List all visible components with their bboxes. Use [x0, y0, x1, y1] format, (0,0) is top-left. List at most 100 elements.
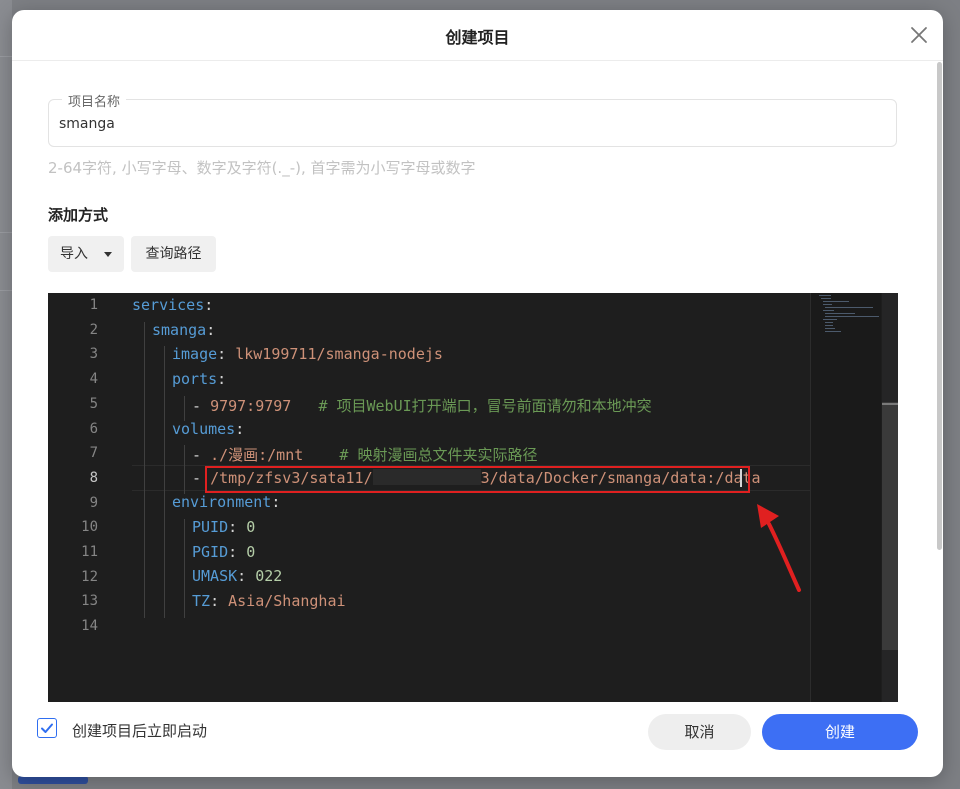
minimap-line [823, 304, 832, 305]
yaml-punct: : [235, 420, 245, 438]
code-line-13: TZ: Asia/Shanghai [192, 592, 346, 610]
minimap-line [823, 310, 834, 311]
line-number: 4 [89, 371, 98, 387]
import-dropdown-button[interactable]: 导入 [48, 236, 124, 272]
editor-scroll-marker [882, 403, 898, 405]
minimap-line [821, 298, 831, 299]
line-number: 12 [81, 569, 98, 585]
minimap-line [825, 325, 833, 326]
minimap-line [825, 322, 833, 323]
project-name-field[interactable]: smanga [48, 99, 897, 147]
close-icon [911, 27, 927, 43]
background-divider [0, 56, 12, 57]
yaml-gap [303, 446, 339, 464]
yaml-punct: : [228, 543, 247, 561]
compose-code-editor[interactable]: 1 2 3 4 5 6 7 8 9 10 11 12 13 14 service… [48, 293, 898, 702]
yaml-value: 9797:9797 [210, 397, 292, 415]
autostart-label: 创建项目后立即启动 [72, 722, 208, 740]
code-line-7: - ./漫画:/mnt # 映射漫画总文件夹实际路径 [192, 444, 537, 465]
minimap-line [825, 331, 841, 332]
close-button[interactable] [907, 23, 931, 47]
code-line-9: environment: [172, 493, 280, 511]
line-number: 9 [89, 495, 98, 511]
yaml-punct: : [217, 345, 236, 363]
code-line-4: ports: [172, 370, 226, 388]
line-number: 13 [81, 593, 98, 609]
yaml-key: environment [172, 493, 272, 511]
yaml-key: services [132, 296, 205, 314]
yaml-punct: : [210, 592, 229, 610]
yaml-punct: : [271, 493, 281, 511]
project-name-hint: 2-64字符, 小写字母、数字及字符(._-), 首字需为小写字母或数字 [48, 159, 476, 177]
create-button[interactable]: 创建 [762, 714, 918, 750]
editor-minimap[interactable] [810, 293, 881, 702]
yaml-key: ports [172, 370, 218, 388]
minimap-line [819, 295, 831, 296]
line-number: 11 [81, 544, 98, 560]
project-name-input[interactable]: smanga [59, 116, 115, 132]
yaml-comment: # 项目WebUI打开端口，冒号前面请勿和本地冲突 [318, 397, 652, 415]
line-number: 1 [89, 297, 98, 313]
cancel-button[interactable]: 取消 [648, 714, 751, 750]
minimap-line [825, 313, 855, 314]
editor-scroll-thumb[interactable] [882, 402, 898, 650]
caret-down-icon [104, 252, 112, 257]
code-line-2: smanga: [152, 321, 215, 339]
line-number: 7 [89, 445, 98, 461]
minimap-line [825, 307, 873, 308]
yaml-value: 0 [246, 543, 256, 561]
minimap-line [825, 316, 879, 317]
create-project-dialog: 创建项目 smanga 项目名称 2-64字符, 小写字母、数字及字符(._-)… [12, 10, 943, 777]
dialog-header: 创建项目 [12, 10, 943, 61]
add-method-label: 添加方式 [48, 206, 109, 224]
minimap-line [823, 319, 837, 320]
text-cursor [740, 469, 742, 487]
line-number: 5 [89, 396, 98, 412]
line-number: 14 [81, 618, 98, 634]
yaml-dash: - [192, 446, 211, 464]
import-label: 导入 [60, 246, 88, 262]
yaml-dash: - [192, 397, 211, 415]
yaml-value: ./漫画:/mnt [210, 446, 304, 464]
yaml-value: 0 [246, 518, 256, 536]
dialog-title: 创建项目 [445, 28, 510, 47]
yaml-key: TZ [192, 592, 211, 610]
yaml-comment: # 映射漫画总文件夹实际路径 [339, 446, 538, 464]
background-divider [0, 232, 12, 233]
minimap-line [823, 301, 849, 302]
check-icon [41, 723, 53, 733]
line-number: 6 [89, 421, 98, 437]
yaml-key: volumes [172, 420, 236, 438]
yaml-key: PUID [192, 518, 229, 536]
line-number: 10 [81, 519, 98, 535]
red-highlight-annotation [205, 466, 750, 493]
autostart-checkbox[interactable] [37, 718, 57, 738]
yaml-gap [291, 397, 318, 415]
code-line-10: PUID: 0 [192, 518, 255, 536]
line-number: 2 [89, 322, 98, 338]
code-area[interactable]: services: smanga: image: lkw199711/smang… [132, 293, 812, 702]
yaml-punct: : [217, 370, 227, 388]
dialog-scroll-thumb[interactable] [937, 62, 942, 550]
project-name-label: 项目名称 [62, 91, 127, 110]
background-divider [0, 290, 12, 291]
code-line-12: UMASK: 022 [192, 567, 282, 585]
yaml-key: smanga [152, 321, 207, 339]
code-line-11: PGID: 0 [192, 543, 255, 561]
yaml-punct: : [228, 518, 247, 536]
yaml-value: lkw199711/smanga-nodejs [235, 345, 443, 363]
background-button [18, 776, 88, 784]
line-number: 3 [89, 346, 98, 362]
yaml-value: 022 [255, 567, 283, 585]
yaml-value: Asia/Shanghai [228, 592, 346, 610]
yaml-key: PGID [192, 543, 229, 561]
background-panel [0, 0, 12, 789]
yaml-punct: : [206, 321, 216, 339]
line-number-active: 8 [89, 470, 98, 486]
red-arrow-annotation [757, 504, 801, 592]
query-path-button[interactable]: 查询路径 [131, 236, 216, 272]
code-line-3: image: lkw199711/smanga-nodejs [172, 345, 443, 363]
yaml-punct: : [237, 567, 256, 585]
yaml-punct: : [204, 296, 214, 314]
code-line-6: volumes: [172, 420, 244, 438]
